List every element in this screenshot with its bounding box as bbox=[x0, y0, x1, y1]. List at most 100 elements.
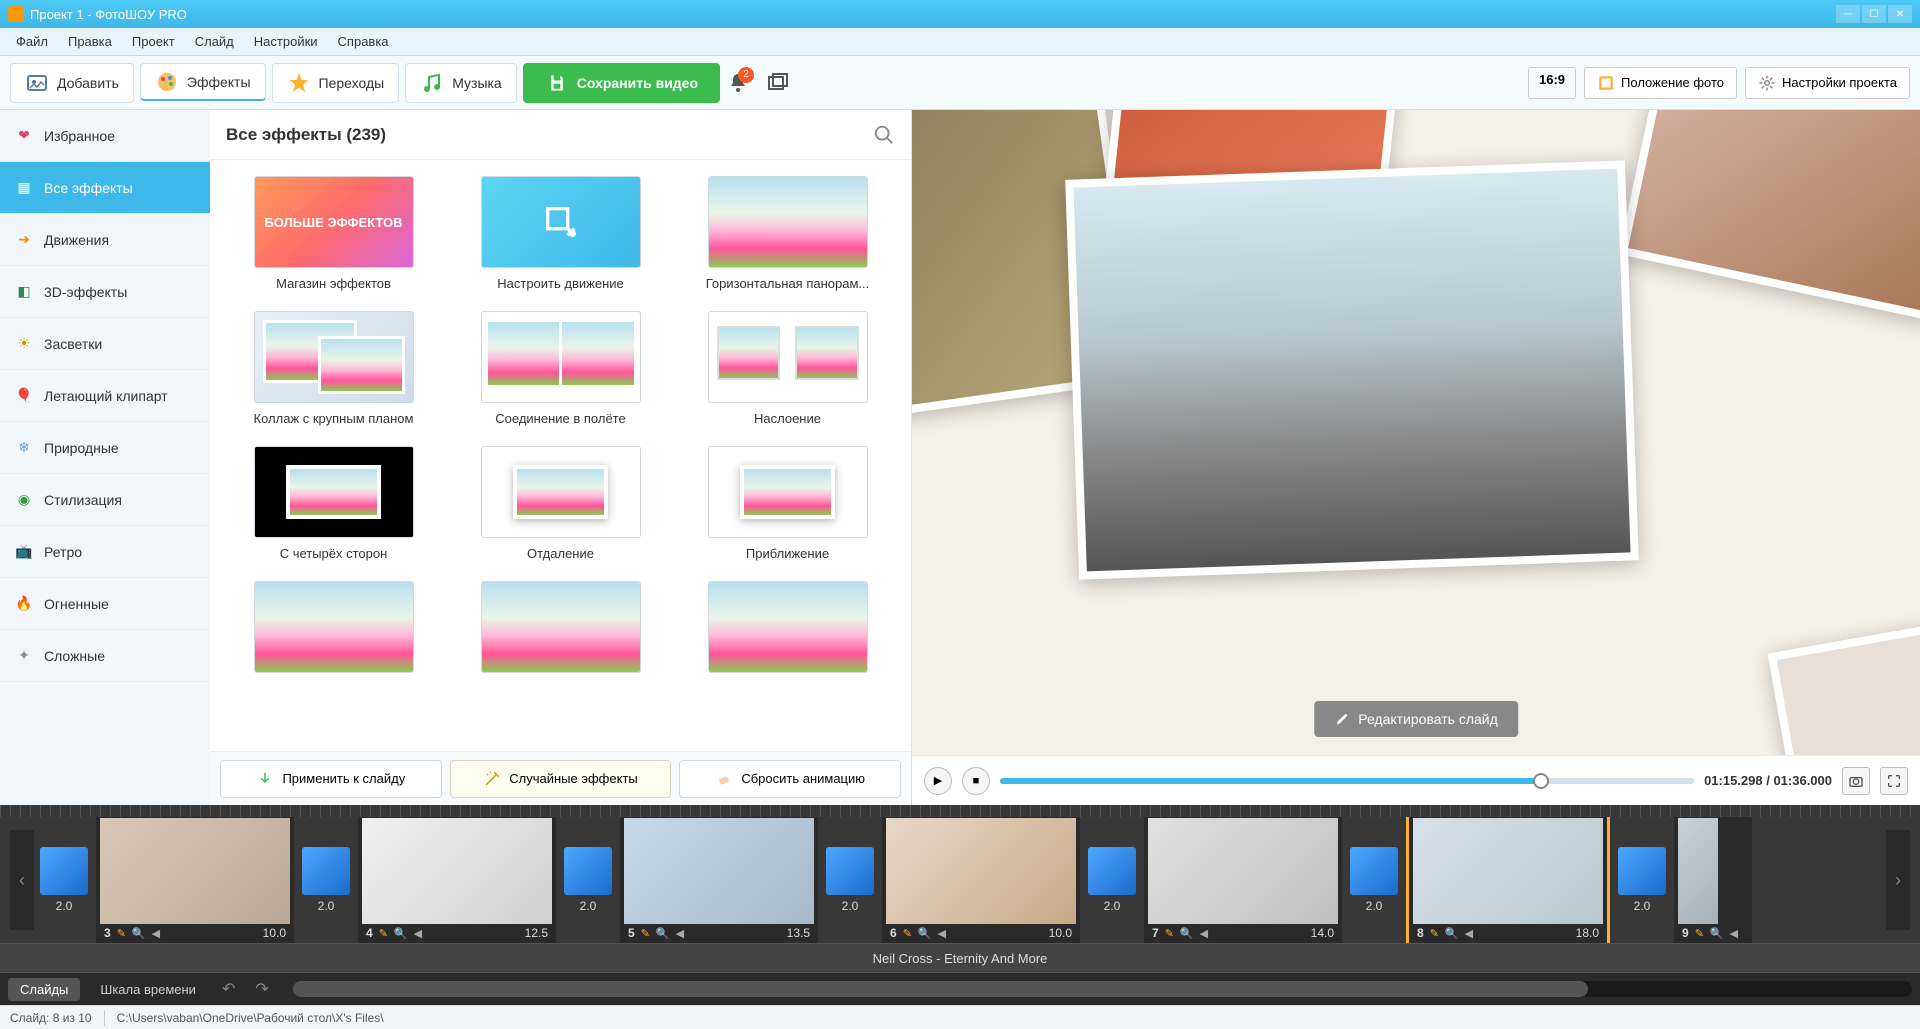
aspect-ratio[interactable]: 16:9 bbox=[1528, 67, 1576, 99]
triangle-icon[interactable]: ◀ bbox=[1465, 927, 1473, 940]
project-settings-button[interactable]: Настройки проекта bbox=[1745, 67, 1910, 99]
effects-tab[interactable]: Эффекты bbox=[140, 63, 266, 103]
play-button[interactable]: ▶ bbox=[924, 767, 952, 795]
transition-box[interactable] bbox=[40, 847, 88, 895]
reset-animation-button[interactable]: Сбросить анимацию bbox=[679, 760, 901, 798]
menu-slide[interactable]: Слайд bbox=[185, 34, 244, 49]
timeline-scrollbar[interactable] bbox=[293, 981, 1912, 997]
zoom-icon[interactable]: 🔍 bbox=[1445, 927, 1459, 940]
menu-project[interactable]: Проект bbox=[122, 34, 185, 49]
tv-icon: 📺 bbox=[14, 542, 34, 562]
music-tab[interactable]: Музыка bbox=[405, 63, 517, 103]
scrollbar-thumb[interactable] bbox=[293, 981, 1588, 997]
transition-box[interactable] bbox=[302, 847, 350, 895]
category-circle[interactable]: ◉Стилизация bbox=[0, 474, 210, 526]
audio-track[interactable]: Neil Cross - Eternity And More bbox=[0, 943, 1920, 973]
menu-edit[interactable]: Правка bbox=[58, 34, 122, 49]
effect-card[interactable]: Коллаж с крупным планом bbox=[226, 311, 441, 426]
transition-box[interactable] bbox=[1350, 847, 1398, 895]
zoom-icon[interactable]: 🔍 bbox=[1710, 927, 1724, 940]
edit-icon[interactable]: ✎ bbox=[1165, 927, 1174, 940]
transition-box[interactable] bbox=[564, 847, 612, 895]
undo-button[interactable]: ↶ bbox=[216, 979, 241, 999]
edit-icon[interactable]: ✎ bbox=[117, 927, 126, 940]
timeline-view-tab[interactable]: Шкала времени bbox=[88, 978, 208, 1001]
category-balloon[interactable]: 🎈Летающий клипарт bbox=[0, 370, 210, 422]
effect-card[interactable]: БОЛЬШЕ ЭФФЕКТОВМагазин эффектов bbox=[226, 176, 441, 291]
zoom-icon[interactable]: 🔍 bbox=[1180, 927, 1194, 940]
category-tv[interactable]: 📺Ретро bbox=[0, 526, 210, 578]
timeline-slide[interactable]: 7✎🔍◀14.0 bbox=[1144, 817, 1342, 943]
notifications-button[interactable]: 2 bbox=[726, 71, 750, 95]
category-cube[interactable]: ◧3D-эффекты bbox=[0, 266, 210, 318]
timeline-slide[interactable]: 6✎🔍◀10.0 bbox=[882, 817, 1080, 943]
zoom-icon[interactable]: 🔍 bbox=[132, 927, 146, 940]
triangle-icon[interactable]: ◀ bbox=[676, 927, 684, 940]
photo-position-button[interactable]: Положение фото bbox=[1584, 67, 1737, 99]
timeline-next[interactable]: › bbox=[1886, 830, 1910, 930]
slide-number: 5 bbox=[628, 926, 635, 940]
timeline-slide[interactable]: 5✎🔍◀13.5 bbox=[620, 817, 818, 943]
timeline-slide[interactable]: 3✎🔍◀10.0 bbox=[96, 817, 294, 943]
image-icon-button[interactable] bbox=[766, 71, 790, 95]
category-grid[interactable]: ▦Все эффекты bbox=[0, 162, 210, 214]
category-arrow[interactable]: ➜Движения bbox=[0, 214, 210, 266]
menu-help[interactable]: Справка bbox=[328, 34, 399, 49]
effect-card[interactable] bbox=[226, 581, 441, 681]
effect-card[interactable]: Наслоение bbox=[680, 311, 895, 426]
add-button[interactable]: Добавить bbox=[10, 63, 134, 103]
triangle-icon[interactable]: ◀ bbox=[1200, 927, 1208, 940]
edit-icon[interactable]: ✎ bbox=[903, 927, 912, 940]
slides-view-tab[interactable]: Слайды bbox=[8, 978, 80, 1001]
close-button[interactable]: ✕ bbox=[1888, 5, 1912, 23]
random-effects-button[interactable]: Случайные эффекты bbox=[450, 760, 672, 798]
edit-slide-button[interactable]: Редактировать слайд bbox=[1314, 701, 1518, 737]
zoom-icon[interactable]: 🔍 bbox=[394, 927, 408, 940]
timeline-slide[interactable]: 4✎🔍◀12.5 bbox=[358, 817, 556, 943]
edit-icon[interactable]: ✎ bbox=[379, 927, 388, 940]
snapshot-button[interactable] bbox=[1842, 767, 1870, 795]
maximize-button[interactable]: ☐ bbox=[1862, 5, 1886, 23]
effect-card[interactable] bbox=[680, 581, 895, 681]
triangle-icon[interactable]: ◀ bbox=[152, 927, 160, 940]
edit-icon[interactable]: ✎ bbox=[1695, 927, 1704, 940]
timeline-slide[interactable]: 9✎🔍◀ bbox=[1674, 817, 1752, 943]
seek-bar[interactable] bbox=[1000, 778, 1694, 784]
effect-card[interactable]: Соединение в полёте bbox=[453, 311, 668, 426]
triangle-icon[interactable]: ◀ bbox=[938, 927, 946, 940]
search-button[interactable] bbox=[873, 124, 895, 146]
category-complex[interactable]: ✦Сложные bbox=[0, 630, 210, 682]
apply-to-slide-button[interactable]: Применить к слайду bbox=[220, 760, 442, 798]
slide-duration: 14.0 bbox=[1311, 926, 1334, 940]
zoom-icon[interactable]: 🔍 bbox=[656, 927, 670, 940]
category-heart[interactable]: ❤Избранное bbox=[0, 110, 210, 162]
minimize-button[interactable]: ─ bbox=[1836, 5, 1860, 23]
triangle-icon[interactable]: ◀ bbox=[414, 927, 422, 940]
transition-box[interactable] bbox=[1088, 847, 1136, 895]
seek-knob[interactable] bbox=[1533, 773, 1549, 789]
transition-box[interactable] bbox=[826, 847, 874, 895]
edit-icon[interactable]: ✎ bbox=[1430, 927, 1439, 940]
stop-button[interactable]: ■ bbox=[962, 767, 990, 795]
effect-card[interactable]: Настроить движение bbox=[453, 176, 668, 291]
timeline-slide[interactable]: 8✎🔍◀18.0 bbox=[1406, 817, 1610, 943]
effect-card[interactable] bbox=[453, 581, 668, 681]
save-video-button[interactable]: Сохранить видео bbox=[523, 63, 720, 103]
redo-button[interactable]: ↷ bbox=[249, 979, 274, 999]
timeline-prev[interactable]: ‹ bbox=[10, 830, 34, 930]
category-sun[interactable]: ☀Засветки bbox=[0, 318, 210, 370]
effect-card[interactable]: Отдаление bbox=[453, 446, 668, 561]
zoom-icon[interactable]: 🔍 bbox=[918, 927, 932, 940]
menu-settings[interactable]: Настройки bbox=[244, 34, 328, 49]
category-snowflake[interactable]: ❄Природные bbox=[0, 422, 210, 474]
edit-icon[interactable]: ✎ bbox=[641, 927, 650, 940]
effect-card[interactable]: С четырёх сторон bbox=[226, 446, 441, 561]
menu-file[interactable]: Файл bbox=[6, 34, 58, 49]
triangle-icon[interactable]: ◀ bbox=[1730, 927, 1738, 940]
effect-card[interactable]: Приближение bbox=[680, 446, 895, 561]
effect-card[interactable]: Горизонтальная панорам... bbox=[680, 176, 895, 291]
transitions-tab[interactable]: Переходы bbox=[272, 63, 400, 103]
fullscreen-button[interactable] bbox=[1880, 767, 1908, 795]
transition-box[interactable] bbox=[1618, 847, 1666, 895]
category-fire[interactable]: 🔥Огненные bbox=[0, 578, 210, 630]
